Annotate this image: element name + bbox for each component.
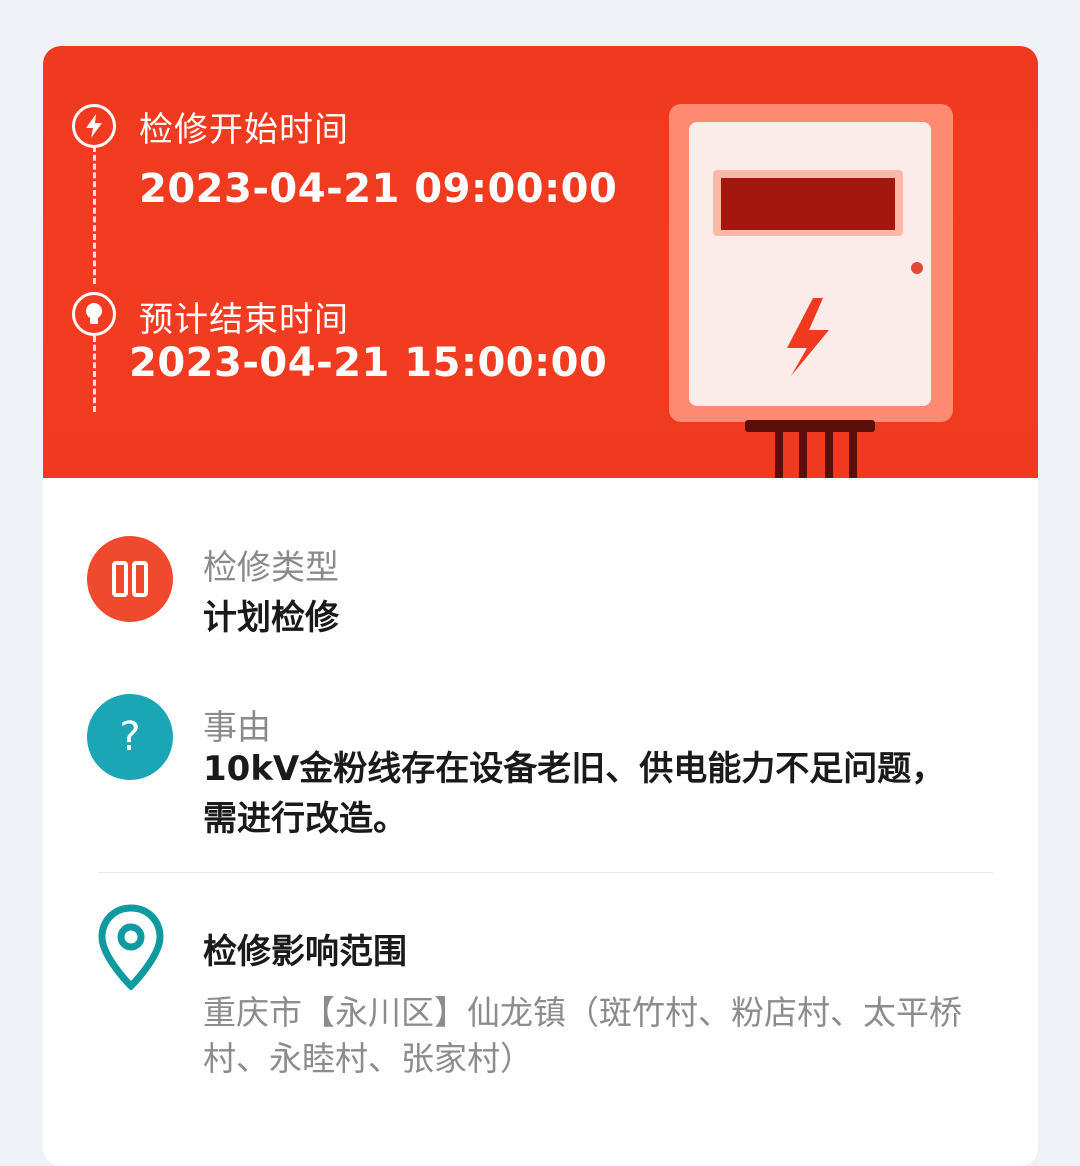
location-pin-icon xyxy=(98,904,164,990)
lightbulb-icon xyxy=(72,292,116,336)
end-time-label: 预计结束时间 xyxy=(139,300,349,340)
question-icon: ? xyxy=(87,694,173,780)
reason-value: 10kV金粉线存在设备老旧、供电能力不足问题，需进行改造。 xyxy=(203,749,946,839)
divider xyxy=(98,872,993,873)
start-time-value: 2023-04-21 09:00:00 xyxy=(139,166,618,212)
type-value: 计划检修 xyxy=(203,598,339,638)
timeline-line xyxy=(93,146,96,284)
type-label: 检修类型 xyxy=(203,548,339,588)
scope-title: 检修影响范围 xyxy=(203,932,407,972)
start-time-label: 检修开始时间 xyxy=(139,110,349,150)
maintenance-type-icon xyxy=(87,536,173,622)
timeline-line xyxy=(93,336,96,412)
electric-meter-icon xyxy=(669,104,953,478)
scope-text: 重庆市【永川区】仙龙镇（斑竹村、粉店村、太平桥村、永睦村、张家村） xyxy=(203,993,962,1078)
end-time-value: 2023-04-21 15:00:00 xyxy=(129,340,608,386)
lightning-icon xyxy=(72,104,116,148)
reason-label: 事由 xyxy=(203,708,271,748)
schedule-banner: 检修开始时间 2023-04-21 09:00:00 预计结束时间 2023-0… xyxy=(43,46,1038,478)
outage-card: 检修开始时间 2023-04-21 09:00:00 预计结束时间 2023-0… xyxy=(43,46,1038,1166)
